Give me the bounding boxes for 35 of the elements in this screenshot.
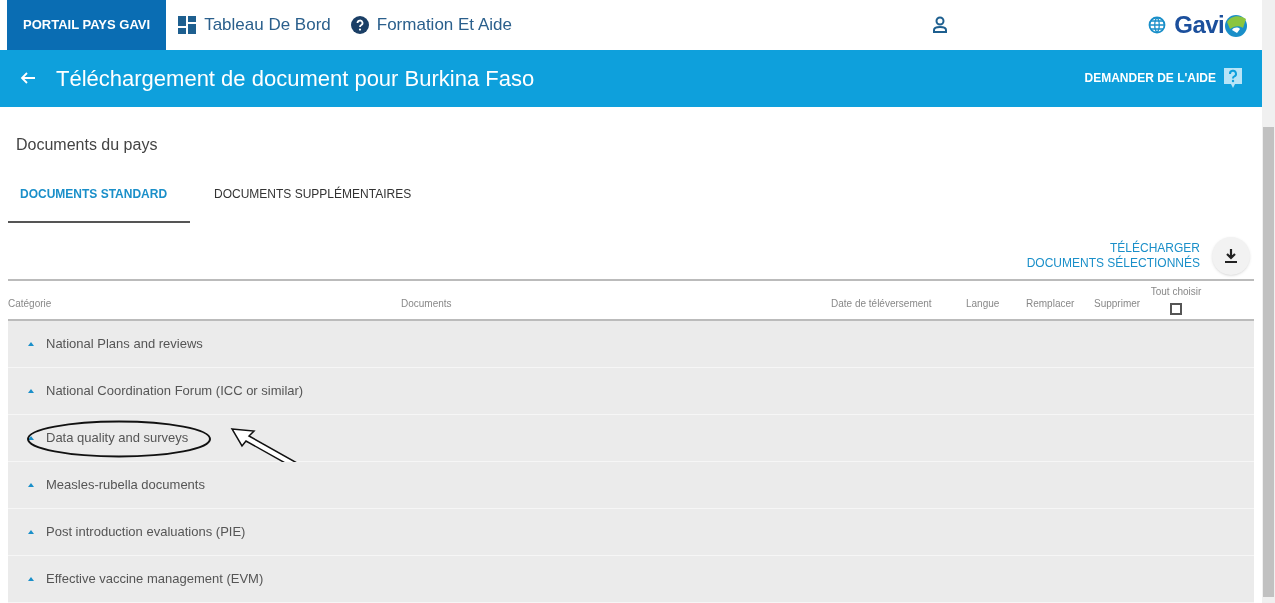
tab[interactable]: DOCUMENTS SUPPLÉMENTAIRES	[202, 181, 424, 223]
column-header: Catégorie	[8, 298, 52, 309]
brand-tab[interactable]: PORTAIL PAYS GAVI	[7, 0, 167, 50]
caret-icon	[28, 577, 34, 581]
column-header: Remplacer	[1026, 298, 1075, 309]
caret-icon	[28, 483, 34, 487]
logo-text: Gavi	[1174, 9, 1224, 40]
page-title: Téléchargement de document pour Burkina Faso	[56, 64, 535, 93]
caret-icon	[28, 389, 34, 393]
caret-icon	[28, 342, 34, 346]
column-header: Documents	[401, 298, 452, 309]
help-icon	[1224, 68, 1242, 89]
category-row[interactable]: Effective vaccine management (EVM)	[8, 556, 1254, 603]
category-row[interactable]: Data quality and surveys	[8, 415, 1254, 462]
column-header: Supprimer	[1094, 298, 1141, 309]
globe-icon[interactable]	[1148, 15, 1167, 34]
tab[interactable]: DOCUMENTS STANDARD	[8, 181, 190, 223]
section-title: Documents du pays	[16, 135, 159, 155]
help-icon	[350, 15, 369, 34]
select-all-label: Tout choisir	[1150, 285, 1202, 299]
category-row[interactable]: Measles-rubella documents	[8, 462, 1254, 509]
checkbox[interactable]	[1170, 303, 1182, 315]
column-header: Date de téléversement	[831, 298, 932, 309]
download-selected-button[interactable]: TÉLÉCHARGER DOCUMENTS SÉLECTIONNÉS	[1026, 237, 1250, 275]
category-row[interactable]: National Plans and reviews	[8, 321, 1254, 368]
user-icon[interactable]	[932, 15, 949, 34]
category-row[interactable]: National Coordination Forum (ICC or similar)	[8, 368, 1254, 415]
caret-icon	[28, 530, 34, 534]
download-icon	[1212, 237, 1250, 275]
column-header: Langue	[966, 298, 1000, 309]
nav-link[interactable]: Tableau De Bord	[178, 12, 331, 38]
caret-icon	[28, 436, 34, 440]
nav-link[interactable]: Formation Et Aide	[350, 12, 512, 38]
category-row[interactable]: Post introduction evaluations (PIE)	[8, 509, 1254, 556]
dashboard-icon	[178, 15, 197, 34]
